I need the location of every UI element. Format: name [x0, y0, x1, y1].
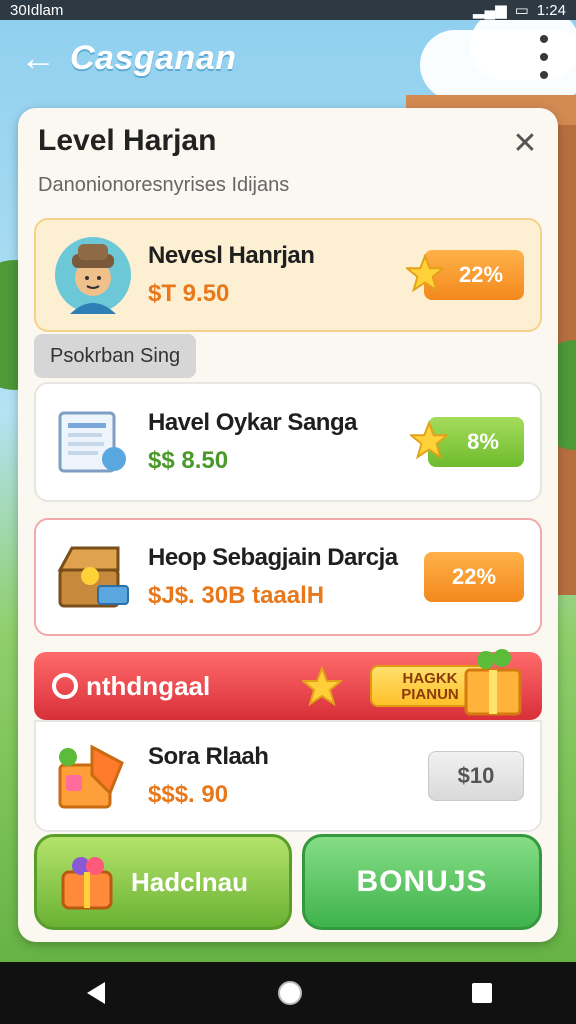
discount-badge[interactable]: 22%: [424, 552, 524, 602]
nav-recent-icon[interactable]: [471, 982, 493, 1004]
item-name: Heop Sebagjain Darcja: [148, 544, 398, 571]
nav-back-icon[interactable]: [83, 980, 109, 1006]
gift-box-icon: [52, 735, 134, 817]
section-label: Psokrban Sing: [34, 334, 197, 378]
button-label: Hadclnau: [131, 866, 249, 897]
item-price: $$$. 90: [148, 781, 229, 808]
price-button[interactable]: $10: [428, 751, 524, 801]
item-price: $$ 8.50: [148, 447, 229, 474]
badge-label: $10: [457, 763, 495, 788]
status-time: 1:24: [536, 1, 566, 19]
battery-icon: ▭: [514, 2, 529, 19]
list-item[interactable]: Nevesl Hanrjan $T 9.50 22%: [34, 218, 542, 332]
app-title: Casganan: [70, 38, 237, 77]
discount-badge[interactable]: 8%: [410, 417, 524, 467]
status-left-text: 30Idlam: [10, 1, 64, 19]
avatar: [52, 234, 134, 316]
item-name: Nevesl Hanrjan: [148, 242, 315, 269]
nav-home-icon[interactable]: [276, 979, 304, 1007]
badge-label: 8%: [467, 429, 499, 454]
item-price: $J$. 30B taaalH: [148, 582, 325, 609]
bonus-button[interactable]: BONUJS: [302, 834, 542, 930]
document-icon: [52, 401, 134, 483]
item-price: $T 9.50: [148, 280, 230, 307]
status-bar: 30Idlam ▂▄▆ ▭ 1:24: [0, 0, 576, 20]
item-name: Havel Oykar Sanga: [148, 409, 357, 436]
item-name: Sora Rlaah: [148, 743, 269, 770]
level-panel: Level Harjan ✕ Danonionoresnyrises Idija…: [18, 108, 558, 942]
promo-banner[interactable]: nthdngaal HAGKK PIANUN: [34, 649, 542, 720]
panel-subtitle: Danonionoresnyrises Idijans: [38, 174, 290, 196]
star-icon: [302, 666, 342, 706]
list-item[interactable]: Heop Sebagjain Darcja $J$. 30B taaalH 22…: [34, 518, 542, 636]
gift-box-icon: [61, 857, 113, 910]
discount-badge[interactable]: 22%: [406, 250, 524, 300]
app-bar: ← Casganan • • •: [0, 20, 576, 96]
ring-icon: [52, 673, 78, 699]
promo-text: nthdngaal: [86, 670, 211, 701]
list-item[interactable]: Havel Oykar Sanga $$ 8.50 8%: [34, 382, 542, 502]
gift-icon: [464, 649, 522, 716]
badge-label: 22%: [451, 564, 497, 589]
treasure-chest-icon: [52, 536, 134, 618]
close-icon[interactable]: ✕: [508, 126, 542, 161]
star-icon: [410, 421, 448, 459]
signal-icon: ▂▄▆: [472, 2, 507, 19]
hadclnau-button[interactable]: Hadclnau: [34, 834, 292, 930]
panel-title: Level Harjan: [38, 124, 217, 157]
list-item[interactable]: Sora Rlaah $$$. 90 $10: [34, 720, 542, 832]
system-nav-bar: [0, 962, 576, 1024]
star-icon: [406, 254, 444, 292]
badge-label: 22%: [458, 262, 504, 287]
back-arrow-icon[interactable]: ←: [20, 37, 70, 79]
more-vert-icon[interactable]: • • •: [532, 25, 556, 91]
